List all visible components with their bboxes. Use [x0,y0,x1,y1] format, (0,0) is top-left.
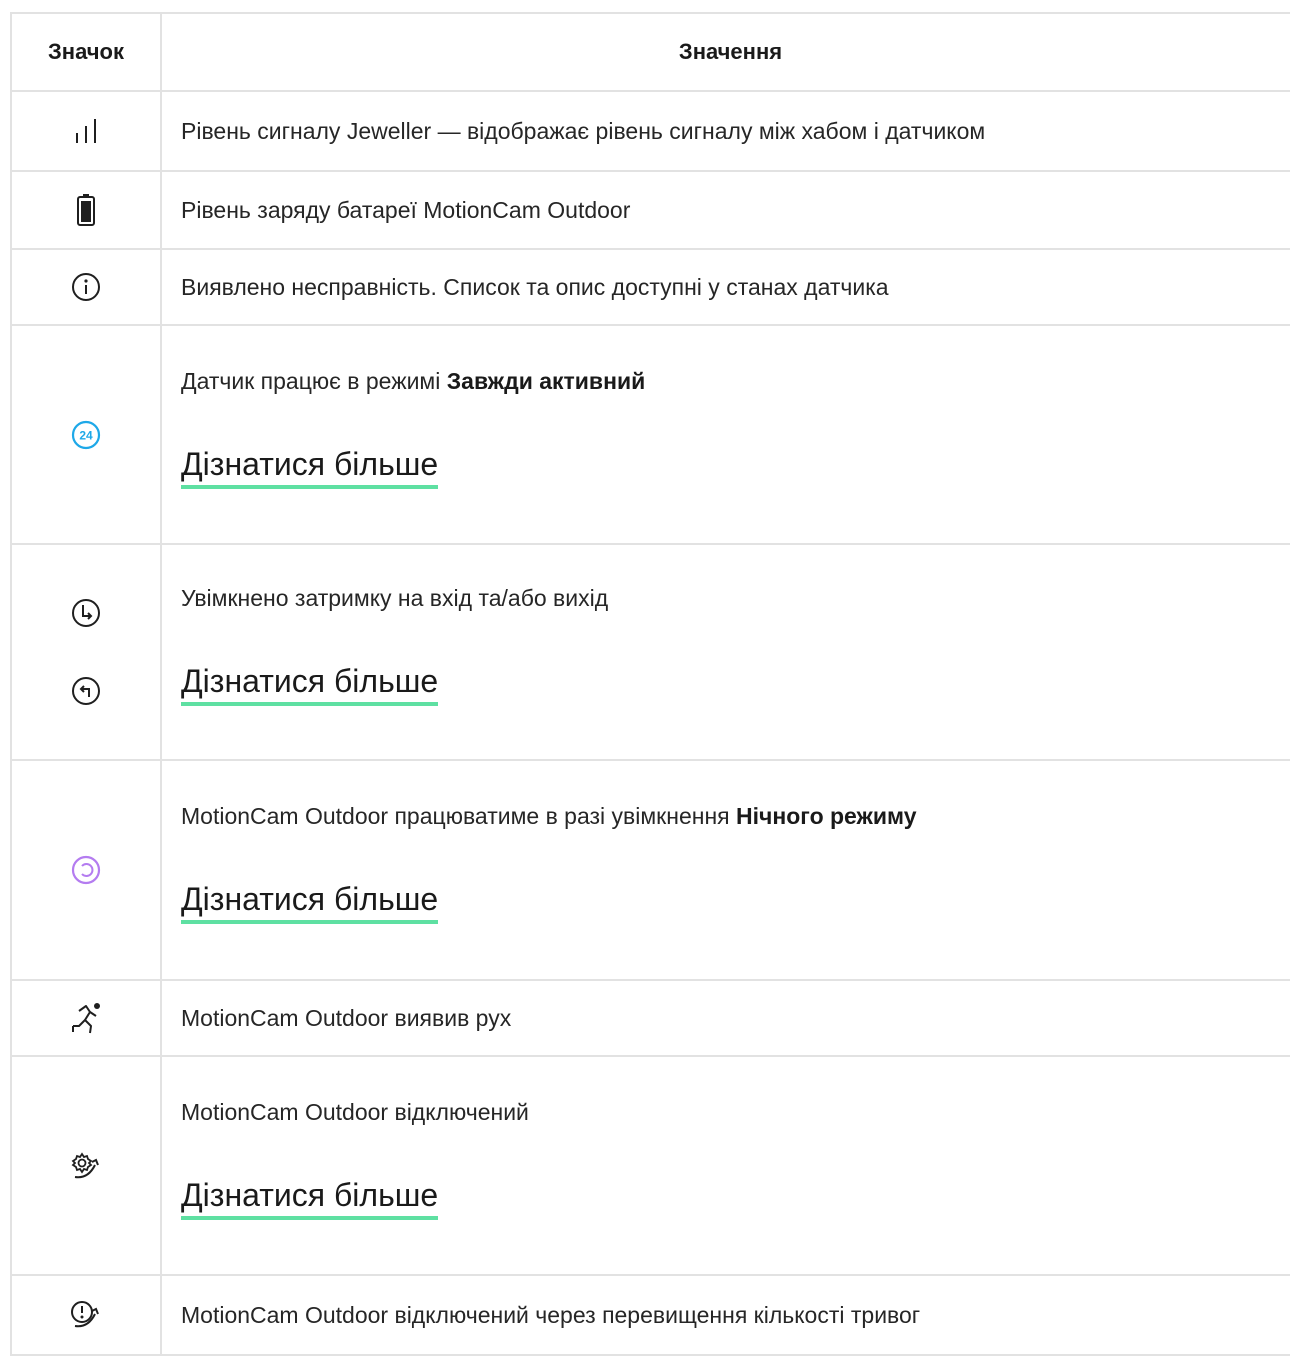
table-row: MotionCam Outdoor відключений через пере… [10,1274,1290,1356]
row-description: Рівень сигналу Jeweller — відображає рів… [181,118,986,144]
row-description: Датчик працює в режимі Завжди активний [181,367,646,394]
night-mode-icon [71,855,101,885]
table-row: MotionCam Outdoor відключений Дізнатися … [10,1055,1290,1276]
table-row: Виявлено несправність. Список та опис до… [10,248,1290,326]
learn-more-link[interactable]: Дізнатися більше [181,445,439,489]
table-row: MotionCam Outdoor працюватиме в разі уві… [10,759,1290,981]
row-bold-term: Завжди активний [446,367,646,394]
motion-detected-icon [72,1003,100,1034]
row-description: Увімкнено затримку на вхід та/або вихід [181,585,609,611]
header-meaning-column: Значення [161,12,1290,92]
row-description: Виявлено несправність. Список та опис до… [181,274,889,300]
row-description: MotionCam Outdoor відключений [181,1098,529,1125]
row-description: MotionCam Outdoor виявив рух [181,1005,512,1031]
learn-more-link[interactable]: Дізнатися більше [181,1176,439,1220]
exit-delay-clock-icon [72,677,100,705]
device-disabled-gear-icon [71,1151,99,1178]
table-row: 24 Датчик працює в режимі Завжди активни… [10,324,1290,545]
table-row: Рівень сигналу Jeweller — відображає рів… [10,90,1290,172]
icons-legend-table: Значок Значення Рівень сигналу Jeweller … [10,12,1290,1356]
signal-strength-icon [76,119,96,143]
header-icon-column: Значок [10,12,162,92]
disabled-alarm-limit-icon [71,1301,99,1328]
svg-text:24: 24 [79,428,93,442]
row-description: Рівень заряду батареї MotionCam Outdoor [181,197,631,223]
table-header-row: Значок Значення [10,12,1290,92]
table-row: Увімкнено затримку на вхід та/або вихід … [10,543,1290,761]
row-description: MotionCam Outdoor відключений через пере… [181,1302,921,1328]
row-description: MotionCam Outdoor працюватиме в разі уві… [181,803,917,829]
learn-more-link[interactable]: Дізнатися більше [181,880,439,924]
info-circle-icon [72,273,100,301]
battery-icon [77,194,95,226]
learn-more-link[interactable]: Дізнатися більше [181,662,439,706]
table-row: MotionCam Outdoor виявив рух [10,979,1290,1057]
entry-delay-clock-icon [72,599,100,627]
table-row: Рівень заряду батареї MotionCam Outdoor [10,170,1290,250]
always-active-24-icon: 24 [71,420,101,449]
row-bold-term: Нічного режиму [736,803,917,829]
